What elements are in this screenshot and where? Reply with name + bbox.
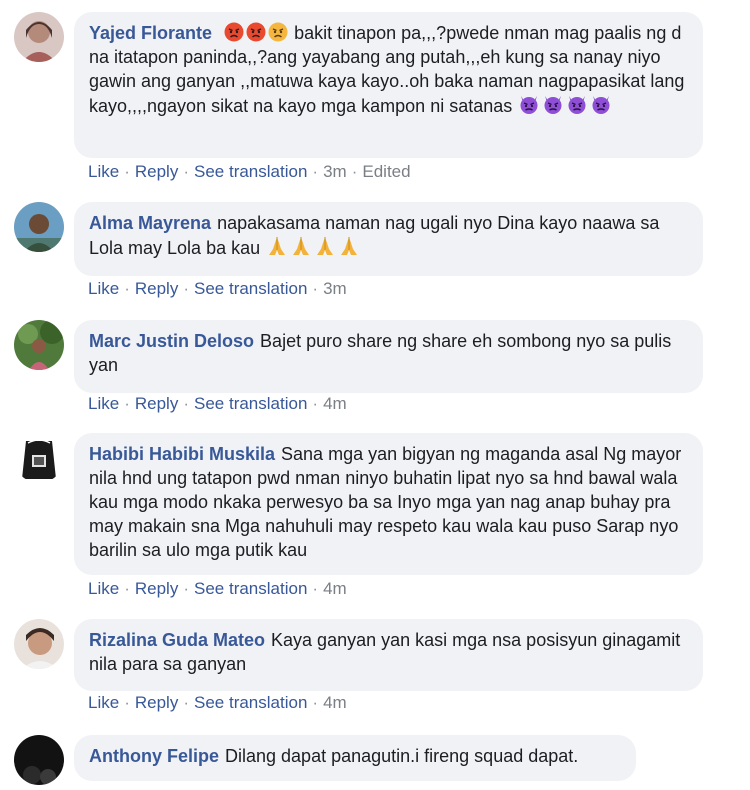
timestamp[interactable]: 4m xyxy=(323,394,347,413)
separator: · xyxy=(312,162,319,181)
separator: · xyxy=(312,394,319,413)
avatar[interactable] xyxy=(14,433,64,483)
frowning-face-icon xyxy=(268,22,288,42)
comment-actions: Like · Reply · See translation · 3m · Edited xyxy=(88,162,411,182)
timestamp[interactable]: 4m xyxy=(323,579,347,598)
like-button[interactable]: Like xyxy=(88,579,119,598)
devil-face-icon xyxy=(592,96,610,114)
reaction-emoji-group xyxy=(218,22,294,43)
like-button[interactable]: Like xyxy=(88,162,119,181)
comment-bubble: Alma Mayrena napakasama naman nag ugali n… xyxy=(74,202,703,276)
timestamp[interactable]: 3m xyxy=(323,162,347,181)
separator: · xyxy=(312,579,319,598)
separator: · xyxy=(124,579,130,598)
separator: · xyxy=(124,162,130,181)
separator: · xyxy=(124,394,130,413)
devil-face-icon xyxy=(544,96,562,114)
avatar[interactable] xyxy=(14,202,64,252)
comment-bubble: Rizalina Guda Mateo Kaya ganyan yan kasi … xyxy=(74,619,703,691)
comment-actions: Like · Reply · See translation · 4m xyxy=(88,693,347,713)
separator: · xyxy=(183,579,189,598)
reply-button[interactable]: Reply xyxy=(135,279,178,298)
comment-feed: Yajed Florante bakit tinapon pa,,,?pwede… xyxy=(0,0,750,790)
reply-button[interactable]: Reply xyxy=(135,162,178,181)
praying-hands-icon xyxy=(269,237,286,255)
reaction-emoji-group xyxy=(512,96,613,116)
reaction-emoji-group xyxy=(265,237,361,258)
reply-button[interactable]: Reply xyxy=(135,394,178,413)
praying-hands-icon xyxy=(341,237,358,255)
see-translation-link[interactable]: See translation xyxy=(194,279,307,298)
reply-button[interactable]: Reply xyxy=(135,579,178,598)
comment-text: Dilang dapat panagutin.i fireng squad da… xyxy=(225,746,579,766)
separator: · xyxy=(183,693,189,712)
see-translation-link[interactable]: See translation xyxy=(194,579,307,598)
angry-face-icon xyxy=(224,22,244,42)
separator: · xyxy=(183,279,189,298)
comment-bubble: Anthony Felipe Dilang dapat panagutin.i f… xyxy=(74,735,636,781)
comment-actions: Like · Reply · See translation · 4m xyxy=(88,394,347,414)
like-button[interactable]: Like xyxy=(88,693,119,712)
timestamp[interactable]: 4m xyxy=(323,693,347,712)
timestamp[interactable]: 3m xyxy=(323,279,347,298)
comment-author[interactable]: Yajed Florante xyxy=(89,23,212,43)
see-translation-link[interactable]: See translation xyxy=(194,394,307,413)
comment-actions: Like · Reply · See translation · 3m xyxy=(88,279,347,299)
separator: · xyxy=(124,693,130,712)
avatar[interactable] xyxy=(14,735,64,785)
reply-button[interactable]: Reply xyxy=(135,693,178,712)
comment-bubble: Marc Justin Deloso Bajet puro share ng sh… xyxy=(74,320,703,393)
separator: · xyxy=(183,162,189,181)
praying-hands-icon xyxy=(293,237,310,255)
like-button[interactable]: Like xyxy=(88,279,119,298)
angry-face-icon xyxy=(246,22,266,42)
avatar[interactable] xyxy=(14,320,64,370)
avatar[interactable] xyxy=(14,619,64,669)
comment-author[interactable]: Habibi Habibi Muskila xyxy=(89,444,275,464)
comment-bubble: Habibi Habibi Muskila Sana mga yan bigyan… xyxy=(74,433,703,575)
comment-actions: Like · Reply · See translation · 4m xyxy=(88,579,347,599)
see-translation-link[interactable]: See translation xyxy=(194,162,307,181)
separator: · xyxy=(312,693,319,712)
separator: · xyxy=(312,279,319,298)
devil-face-icon xyxy=(520,96,538,114)
like-button[interactable]: Like xyxy=(88,394,119,413)
avatar[interactable] xyxy=(14,12,64,62)
comment-author[interactable]: Marc Justin Deloso xyxy=(89,331,254,351)
devil-face-icon xyxy=(568,96,586,114)
comment-author[interactable]: Anthony Felipe xyxy=(89,746,219,766)
see-translation-link[interactable]: See translation xyxy=(194,693,307,712)
separator: · xyxy=(124,279,130,298)
edited-label[interactable]: Edited xyxy=(362,162,410,181)
comment-author[interactable]: Alma Mayrena xyxy=(89,213,211,233)
comment-bubble: Yajed Florante bakit tinapon pa,,,?pwede… xyxy=(74,12,703,158)
separator: · xyxy=(351,162,358,181)
comment-author[interactable]: Rizalina Guda Mateo xyxy=(89,630,265,650)
separator: · xyxy=(183,394,189,413)
praying-hands-icon xyxy=(317,237,334,255)
